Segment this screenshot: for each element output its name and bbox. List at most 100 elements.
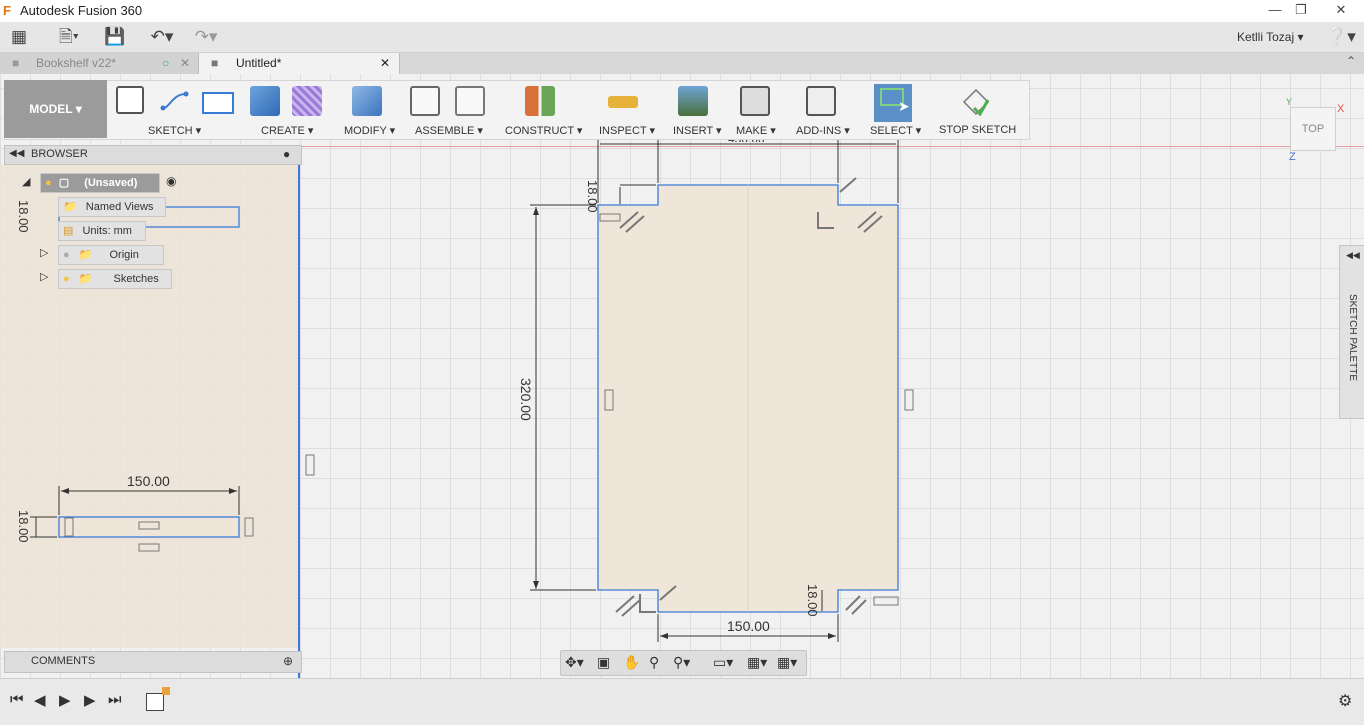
visibility-bulb-icon[interactable]: ● — [63, 249, 70, 261]
view-cube[interactable]: TOP — [1290, 107, 1336, 151]
extrude-icon[interactable] — [250, 86, 280, 116]
arrow — [660, 633, 668, 639]
go-to-end-icon[interactable]: ⏭ — [108, 691, 122, 708]
construct-plane-icon[interactable] — [525, 86, 555, 116]
collapse-browser-icon[interactable]: ◀◀ — [9, 148, 24, 159]
navigation-bar: ✥▾ ▣ ✋ ⚲ ⚲▾ ▭▾ ▦▾ ▦▾ — [560, 650, 807, 676]
settings-gear-icon[interactable]: ⚙ — [1338, 691, 1352, 711]
insert-menu[interactable]: INSERT ▾ — [673, 124, 722, 137]
arrow — [533, 581, 539, 589]
workspace-switcher[interactable]: MODEL ▾ — [4, 80, 107, 138]
coincident-icon[interactable] — [839, 177, 857, 193]
expand-root-icon[interactable]: ◢ — [22, 175, 30, 188]
sketch-menu-label: SKETCH — [148, 125, 193, 137]
create-menu[interactable]: CREATE ▾ — [261, 124, 313, 137]
activate-icon[interactable]: ◉ — [166, 174, 176, 188]
sketch-palette-tab[interactable]: ◀◀ SKETCH PALETTE — [1339, 245, 1364, 419]
expand-palette-icon[interactable]: ◀◀ — [1346, 250, 1360, 261]
visibility-bulb-icon[interactable]: ● — [63, 273, 70, 285]
insert-image-icon[interactable] — [678, 86, 708, 116]
axis-x-label: X — [1337, 103, 1345, 115]
orbit-icon[interactable]: ✥▾ — [565, 654, 584, 671]
constraint-icon[interactable] — [305, 454, 315, 476]
rectangle-tool-icon[interactable] — [202, 92, 234, 114]
addins-menu[interactable]: ADD-INS ▾ — [796, 124, 850, 137]
dim-text-notch-bottom[interactable]: 18.00 — [805, 584, 820, 617]
pan-icon[interactable]: ✋ — [623, 654, 640, 671]
browser-item-units[interactable]: ▤ Units: mm — [58, 221, 146, 241]
left-dim-text-upper-height[interactable]: 18.00 — [16, 200, 31, 233]
left-sketch-rect[interactable] — [58, 516, 240, 538]
step-forward-icon[interactable]: ▶ — [84, 691, 96, 709]
item-label: Sketches — [113, 273, 159, 285]
timeline-marker[interactable] — [162, 687, 170, 695]
dim-text-notch-top[interactable]: 18.00 — [585, 180, 600, 213]
select-menu-label: SELECT — [870, 125, 913, 137]
visibility-bulb-icon[interactable]: ● — [45, 177, 52, 189]
modify-icon[interactable] — [352, 86, 382, 116]
assemble-menu[interactable]: ASSEMBLE ▾ — [415, 124, 483, 137]
play-icon[interactable]: ▶ — [59, 691, 71, 709]
dim-text-bottom-width[interactable]: 150.00 — [727, 618, 770, 634]
stop-sketch-label: STOP SKETCH — [939, 124, 1017, 136]
make-3d-print-icon[interactable] — [740, 86, 770, 116]
joint-icon[interactable] — [455, 86, 485, 116]
add-comment-icon[interactable]: ⊕ — [283, 654, 293, 668]
inspect-menu-label: INSPECT — [599, 125, 647, 137]
inspect-menu[interactable]: INSPECT ▾ — [599, 124, 655, 137]
assemble-menu-label: ASSEMBLE — [415, 125, 475, 137]
sketch-menu[interactable]: SKETCH ▾ — [148, 124, 201, 137]
modify-menu[interactable]: MODIFY ▾ — [344, 124, 395, 137]
browser-item-origin[interactable]: ● 📁 Origin — [58, 245, 164, 265]
measure-icon[interactable] — [608, 96, 638, 108]
expand-sketches-icon[interactable]: ▷ — [40, 270, 48, 283]
create-sketch-icon[interactable] — [116, 86, 144, 114]
folder-icon: 📁 — [78, 273, 93, 285]
browser-root-node[interactable]: ● ▢ (Unsaved) — [40, 173, 160, 193]
browser-panel-header[interactable]: ◀◀ BROWSER ● — [4, 145, 302, 165]
look-at-icon[interactable]: ▣ — [597, 654, 610, 671]
viewports-icon[interactable]: ▦▾ — [777, 654, 797, 671]
dim-text-height[interactable]: 320.00 — [518, 378, 534, 421]
stop-sketch-icon[interactable] — [960, 86, 990, 117]
step-back-icon[interactable]: ◀ — [34, 691, 46, 709]
item-label: Named Views — [85, 201, 154, 213]
left-dim-text-width[interactable]: 150.00 — [127, 473, 170, 489]
select-tool-icon[interactable]: ➤ — [874, 84, 912, 122]
axis-z-label: Z — [1289, 151, 1296, 163]
constraint-icon[interactable] — [138, 543, 160, 552]
left-dim-text-upper-height-label: 18.00 — [16, 200, 31, 233]
comments-panel-header[interactable]: COMMENTS ⊕ — [4, 651, 302, 673]
stop-sketch-button[interactable]: STOP SKETCH — [939, 124, 1016, 136]
dim-text-notch-top-label: 18.00 — [585, 180, 600, 213]
left-dim-text-height[interactable]: 18.00 — [16, 510, 31, 543]
scripts-addins-icon[interactable] — [806, 86, 836, 116]
display-settings-icon[interactable]: ▭▾ — [713, 654, 733, 671]
component-icon: ▢ — [58, 177, 70, 189]
parallel-icon[interactable] — [615, 594, 656, 617]
fit-icon[interactable]: ⚲▾ — [673, 654, 690, 671]
item-label: Units: mm — [82, 225, 132, 237]
go-to-start-icon[interactable]: ⏮ — [10, 691, 24, 708]
line-tool-icon[interactable] — [160, 86, 190, 116]
make-menu[interactable]: MAKE ▾ — [736, 124, 776, 137]
grid-settings-icon[interactable]: ▦▾ — [747, 654, 767, 671]
folder-icon: 📁 — [63, 201, 77, 213]
browser-item-named-views[interactable]: 📁 Named Views — [58, 197, 166, 217]
timeline-sketch-icon[interactable] — [146, 693, 164, 711]
parallel-icon[interactable] — [845, 595, 867, 615]
zoom-icon[interactable]: ⚲ — [649, 654, 659, 671]
form-icon[interactable] — [292, 86, 322, 116]
constraint-icon[interactable] — [244, 517, 254, 537]
construct-menu[interactable]: CONSTRUCT ▾ — [505, 124, 582, 137]
select-menu[interactable]: SELECT ▾ — [870, 124, 921, 137]
browser-item-sketches[interactable]: ● 📁 Sketches — [58, 269, 172, 289]
arrow — [828, 633, 836, 639]
axis-y-label: Y — [1286, 97, 1293, 107]
browser-options-icon[interactable]: ● — [283, 147, 290, 161]
expand-origin-icon[interactable]: ▷ — [40, 246, 48, 259]
constraint-icon[interactable] — [904, 389, 914, 411]
constraint-icon[interactable] — [873, 596, 899, 606]
create-menu-label: CREATE — [261, 125, 305, 137]
new-component-icon[interactable] — [410, 86, 440, 116]
